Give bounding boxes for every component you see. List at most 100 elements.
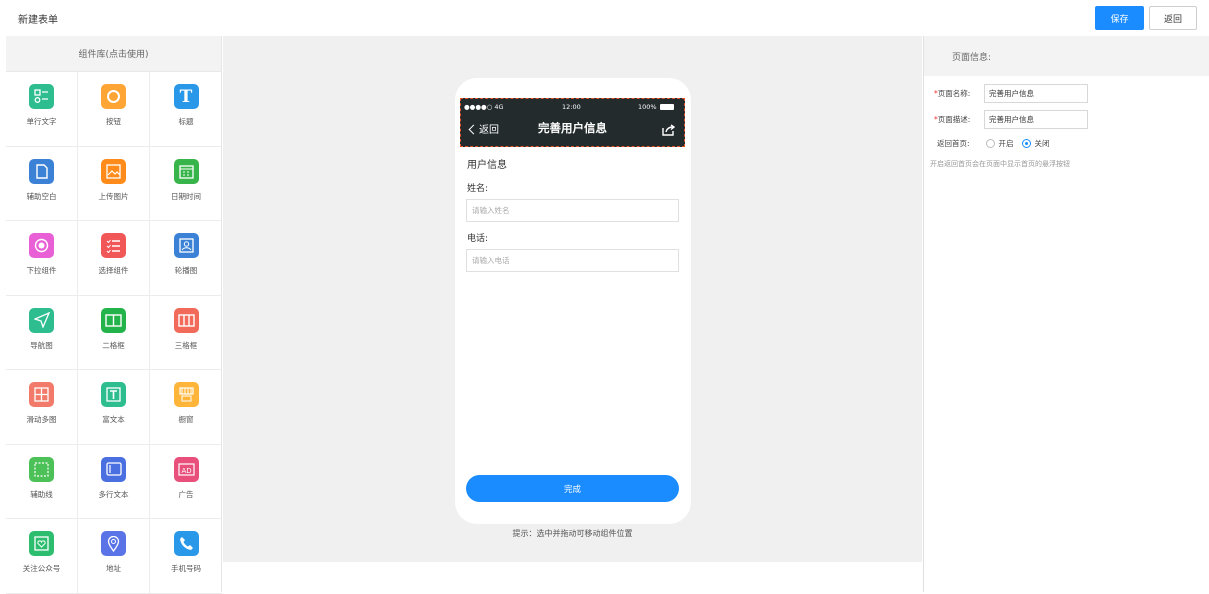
upload-image-icon: [101, 158, 126, 184]
multiline-text-icon: [101, 456, 126, 482]
library-item-label: 下拉组件: [26, 266, 57, 275]
dropdown-icon: [29, 233, 54, 258]
two-grid-icon: [101, 307, 126, 333]
library-item-label: 选择组件: [98, 266, 129, 275]
library-item-label: 手机号码: [171, 564, 201, 573]
library-item-ad[interactable]: AD 广告: [150, 445, 222, 519]
library-item-blank[interactable]: 辅助空白: [6, 146, 78, 221]
nav-title: 完善用户信息: [538, 121, 607, 135]
library-item-label: 关注公众号: [22, 564, 61, 573]
calendar-icon: [173, 158, 199, 184]
library-item-select-list[interactable]: 选择组件: [78, 221, 150, 296]
library-item-phone[interactable]: 手机号码: [150, 519, 222, 594]
name-input[interactable]: 请输入姓名: [466, 199, 679, 222]
location-icon: [101, 531, 126, 556]
library-item-label: 日期时间: [171, 191, 201, 201]
page-name-input[interactable]: 完善用户信息: [984, 84, 1088, 103]
showcase-icon: [173, 382, 199, 407]
library-item-label: 富文本: [102, 415, 125, 424]
phone-preview: ●●●●○ 4G 12:00 100% 返回 完善用户信息 用户信息 姓名: 请…: [455, 78, 691, 524]
radio-off-label[interactable]: 关闭: [1035, 138, 1050, 149]
share-icon[interactable]: [662, 121, 676, 140]
library-item-label: 多行文本: [98, 489, 129, 499]
status-bar: ●●●●○ 4G 12:00 100%: [461, 102, 684, 114]
library-item-label: 标题: [178, 117, 194, 126]
guide-line-icon: [29, 456, 54, 482]
library-item-showcase[interactable]: 橱窗: [150, 370, 222, 445]
battery-level: 100%: [638, 103, 657, 111]
library-item-label: 地址: [106, 564, 121, 573]
library-item-label: 轮播图: [174, 266, 198, 275]
properties-title: 页面信息:: [924, 36, 1209, 76]
done-button[interactable]: 完成: [466, 475, 679, 502]
ad-icon: AD: [173, 456, 199, 482]
status-time: 12:00: [562, 103, 581, 111]
blank-icon: [29, 158, 54, 184]
library-item-title[interactable]: T 标题: [150, 72, 222, 147]
library-item-label: 辅助线: [30, 489, 53, 499]
hint-text: 提示：选中并拖动可移动组件位置: [512, 529, 633, 538]
library-item-label: 单行文字: [26, 117, 57, 126]
return-home-label: 返回首页:: [937, 139, 970, 148]
library-item-navigation[interactable]: 导航图: [6, 295, 78, 370]
library-item-label: 二格框: [102, 340, 125, 350]
library-item-label: 辅助空白: [26, 191, 57, 201]
library-item-label: 滑动多图: [26, 415, 57, 424]
library-item-label: 导航图: [30, 340, 53, 350]
library-item-guide-line[interactable]: 辅助线: [6, 444, 78, 519]
library-item-button[interactable]: 按钮: [78, 72, 150, 147]
library-item-two-grid[interactable]: 二格框: [78, 295, 150, 370]
follow-account-icon: [29, 531, 54, 556]
library-item-label: 上传图片: [98, 191, 129, 201]
carousel-icon: [173, 233, 199, 258]
library-item-upload-image[interactable]: 上传图片: [78, 146, 150, 221]
radio-off[interactable]: [1021, 139, 1031, 148]
library-item-location[interactable]: 地址: [78, 519, 150, 594]
return-home-row: 返回首页: 开启 关闭: [937, 138, 1050, 149]
library-item-label: 按钮: [106, 117, 121, 126]
phone-nav-header[interactable]: ●●●●○ 4G 12:00 100% 返回 完善用户信息: [460, 98, 685, 147]
page-desc-label: 页面描述:: [937, 115, 971, 124]
rich-text-icon: [101, 382, 126, 407]
library-item-slide-images[interactable]: 滑动多图: [6, 370, 78, 445]
library-item-label: 橱窗: [178, 415, 194, 424]
library-item-follow-account[interactable]: 关注公众号: [6, 519, 78, 594]
title-icon: T: [173, 84, 199, 109]
library-title: 组件库(点击使用): [6, 36, 221, 72]
back-button[interactable]: 返回: [1149, 6, 1197, 30]
library-item-calendar[interactable]: 日期时间: [150, 147, 222, 221]
form-section-title: 用户信息: [467, 160, 507, 171]
properties-panel: 页面信息: * 页面名称: 完善用户信息 * 页面描述: 完善用户信息 返回首页: …: [923, 36, 1209, 592]
library-item-dropdown[interactable]: 下拉组件: [6, 221, 78, 296]
library-item-label: 三格框: [174, 340, 198, 350]
save-button[interactable]: 保存: [1095, 6, 1144, 30]
return-home-note: 开启返回首页会在页面中显示首页的悬浮按钮: [930, 160, 1070, 168]
phone-icon: [173, 531, 199, 556]
library-grid: 单行文字 按钮 T 标题辅助空白 上传图片 日期时间下拉组件 选择组件 轮播图导航图 二格框 三格…: [6, 72, 222, 594]
three-grid-icon: [173, 307, 199, 333]
page-desc-input[interactable]: 完善用户信息: [984, 110, 1088, 129]
top-bar: 新建表单 保存 返回: [0, 0, 1209, 36]
page-desc-row: * 页面描述:: [934, 114, 970, 125]
library-item-carousel[interactable]: 轮播图: [150, 221, 222, 296]
signal-indicator: ●●●●○ 4G: [464, 103, 504, 111]
library-item-three-grid[interactable]: 三格框: [150, 296, 222, 370]
page-name-label: 页面名称:: [937, 89, 971, 98]
button-icon: [101, 84, 126, 109]
design-canvas: ●●●●○ 4G 12:00 100% 返回 完善用户信息 用户信息 姓名: 请…: [223, 36, 922, 562]
library-item-label: 广告: [178, 489, 194, 499]
library-item-multiline-text[interactable]: 多行文本: [78, 444, 150, 519]
phone-input[interactable]: 请输入电话: [466, 249, 679, 272]
select-list-icon: [101, 233, 126, 258]
phone-field-label: 电话:: [467, 234, 489, 244]
library-item-single-line-text[interactable]: 单行文字: [6, 72, 78, 147]
slide-images-icon: [29, 382, 54, 407]
battery-icon: [660, 104, 674, 110]
radio-on[interactable]: [985, 139, 995, 148]
page-name-row: * 页面名称:: [934, 88, 970, 99]
canvas-footer: [223, 562, 922, 592]
single-line-text-icon: [29, 84, 54, 109]
name-field-label: 姓名:: [467, 184, 489, 194]
radio-on-label[interactable]: 开启: [999, 138, 1014, 149]
library-item-rich-text[interactable]: 富文本: [78, 370, 150, 445]
